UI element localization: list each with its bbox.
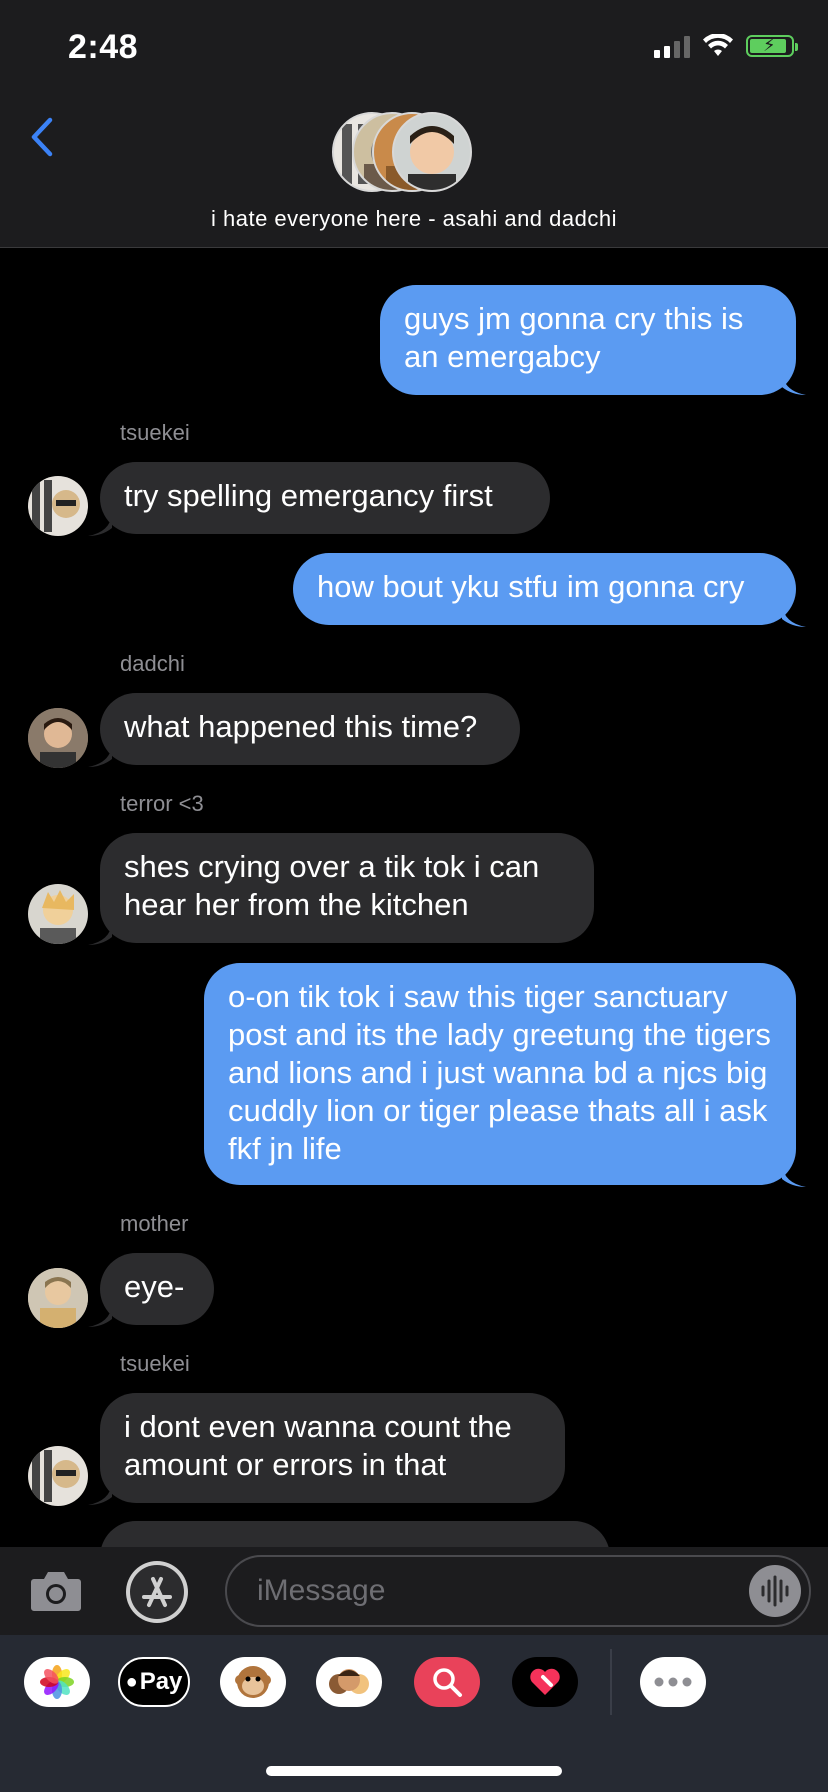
sender-name: mother [120, 1211, 189, 1236]
sender-name: dadchi [120, 651, 185, 676]
sender-name: tsuekei [120, 1351, 190, 1376]
sender-avatar[interactable] [28, 1446, 88, 1506]
battery-charging-icon: ⚡ [746, 35, 798, 57]
incoming-message-bubble[interactable]: eye- [100, 1253, 214, 1325]
bubble-tail [88, 1305, 112, 1327]
apple-pay-button[interactable]: ● Pay [118, 1657, 190, 1707]
bubble-tail [88, 745, 112, 767]
outgoing-message-bubble[interactable]: how bout yku stfu im gonna cry [293, 553, 796, 625]
message-text: try spelling emergancy first [124, 478, 493, 513]
message-text: guys jm gonna cry this is an emergabcy [404, 301, 744, 374]
message-list[interactable]: guys jm gonna cry this is an emergabcy t… [0, 248, 828, 1548]
memoji-icon[interactable] [316, 1657, 382, 1707]
animoji-icon[interactable] [220, 1657, 286, 1707]
app-store-icon [130, 1565, 184, 1619]
message-text: o-on tik tok i saw this tiger sanctuary … [228, 979, 771, 1166]
sender-avatar[interactable] [28, 1268, 88, 1328]
group-avatar [392, 112, 472, 192]
status-time: 2:48 [68, 28, 139, 66]
sender-name: tsuekei [120, 420, 190, 445]
camera-icon[interactable] [30, 1567, 82, 1613]
message-input-placeholder: iMessage [257, 1574, 386, 1607]
digital-touch-icon[interactable] [512, 1657, 578, 1707]
back-chevron-icon[interactable] [26, 112, 66, 162]
sender-avatar[interactable] [28, 708, 88, 768]
waveform-icon [761, 1575, 789, 1607]
app-store-button[interactable] [126, 1561, 188, 1623]
home-indicator[interactable] [266, 1766, 562, 1776]
bubble-tail [782, 605, 806, 627]
compose-bar: iMessage [0, 1547, 828, 1635]
sender-name: terror <3 [120, 791, 204, 816]
status-icons: ⚡ [654, 34, 798, 58]
message-text: how bout yku stfu im gonna cry [317, 569, 745, 604]
apple-pay-label: Pay [139, 1668, 183, 1695]
audio-message-button[interactable] [749, 1565, 801, 1617]
more-icon [654, 1677, 692, 1687]
tray-divider [610, 1649, 612, 1715]
apple-logo-icon: ● [125, 1670, 138, 1693]
more-apps-button[interactable] [640, 1657, 706, 1707]
sender-avatar[interactable] [28, 476, 88, 536]
message-input[interactable]: iMessage [225, 1555, 811, 1627]
group-name[interactable]: i hate everyone here - asahi and dadchi [0, 206, 828, 232]
image-search-icon[interactable] [414, 1657, 480, 1707]
cellular-signal-icon [654, 34, 690, 58]
outgoing-message-bubble[interactable]: guys jm gonna cry this is an emergabcy [380, 285, 796, 395]
group-avatars[interactable] [332, 112, 500, 196]
sender-avatar[interactable] [28, 884, 88, 944]
message-text: what happened this time? [124, 709, 478, 744]
message-text: i dont even wanna count the amount or er… [124, 1409, 512, 1482]
bubble-tail [88, 923, 112, 945]
bubble-tail [88, 514, 112, 536]
incoming-message-bubble[interactable]: try spelling emergancy first [100, 462, 550, 534]
wifi-icon [703, 34, 733, 56]
incoming-message-bubble[interactable]: i dont even wanna count the amount or er… [100, 1393, 565, 1503]
message-text: shes crying over a tik tok i can hear he… [124, 849, 540, 922]
incoming-message-bubble[interactable]: shes crying over a tik tok i can hear he… [100, 833, 594, 943]
bubble-tail [88, 1483, 112, 1505]
message-text: eye- [124, 1269, 185, 1304]
outgoing-message-bubble[interactable]: o-on tik tok i saw this tiger sanctuary … [204, 963, 796, 1185]
conversation-header: 2:48 ⚡ i hate everyone here - asahi and … [0, 0, 828, 248]
incoming-message-bubble-partial[interactable] [100, 1521, 610, 1548]
incoming-message-bubble[interactable]: what happened this time? [100, 693, 520, 765]
bubble-tail [782, 1165, 806, 1187]
photos-app-icon[interactable] [24, 1657, 90, 1707]
bubble-tail [782, 373, 806, 395]
